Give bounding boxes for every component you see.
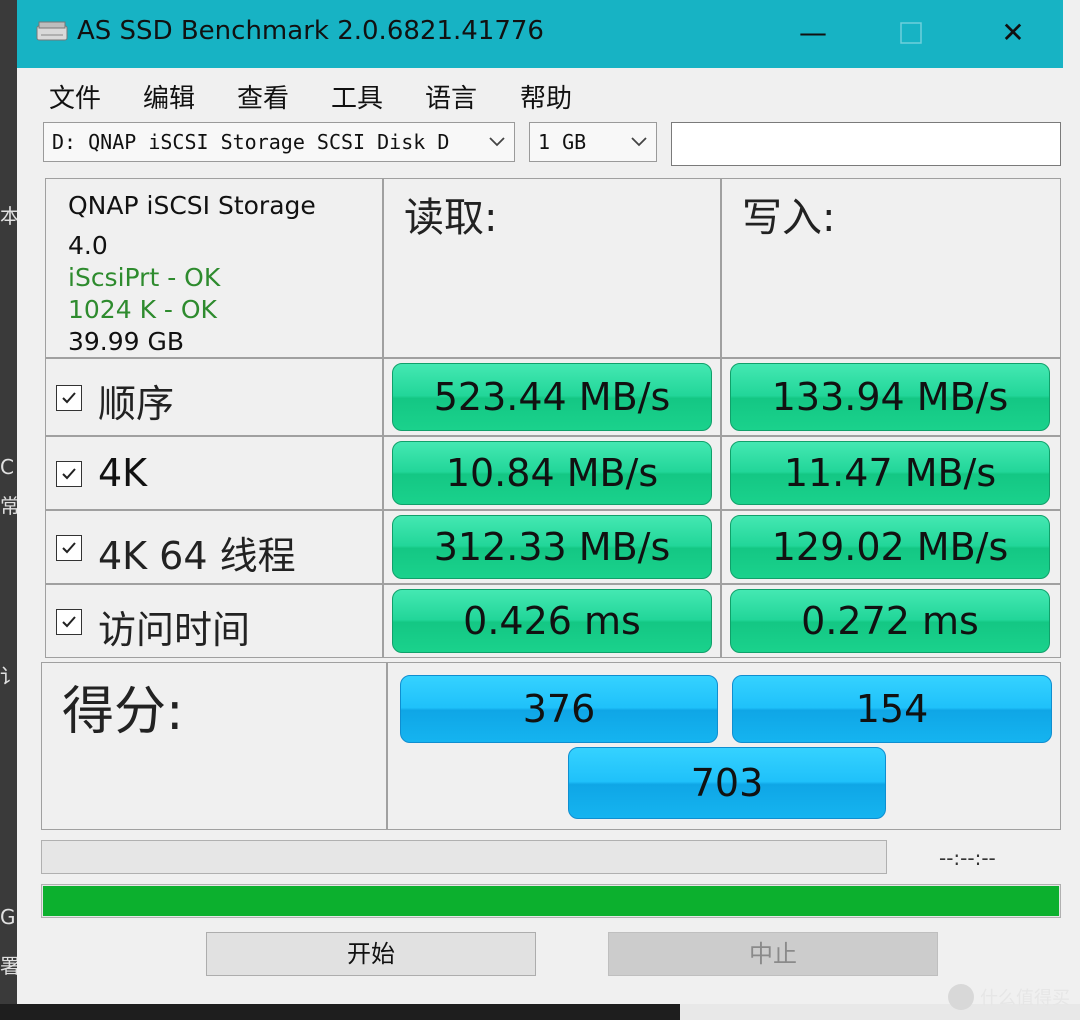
- row-label-cell: 访问时间: [45, 584, 383, 658]
- read-header: 读取:: [404, 195, 498, 241]
- result-cell: 129.02 MB/s: [721, 510, 1061, 584]
- score-values-cell: 376 154 703: [387, 662, 1061, 830]
- row-label-cell: 4K 64 线程: [45, 510, 383, 584]
- 4k64-read-result: 312.33 MB/s: [392, 515, 712, 579]
- write-header: 写入:: [742, 195, 836, 241]
- access-write-result: 0.272 ms: [730, 589, 1050, 653]
- start-button[interactable]: 开始: [206, 932, 536, 976]
- score-label: 得分:: [62, 682, 184, 742]
- menu-edit[interactable]: 编辑: [143, 78, 195, 115]
- chevron-down-icon: [486, 129, 508, 153]
- driver-status: iScsiPrt - OK: [68, 263, 221, 292]
- minimize-icon[interactable]: —: [783, 8, 843, 58]
- app-window: AS SSD Benchmark 2.0.6821.41776 — ✕ 文件 编…: [17, 0, 1063, 1004]
- title-bar[interactable]: AS SSD Benchmark 2.0.6821.41776 — ✕: [17, 0, 1063, 68]
- drive-icon: [35, 20, 69, 44]
- drive-capacity: 39.99 GB: [68, 327, 185, 356]
- drive-version: 4.0: [68, 231, 108, 260]
- background-fragment: G: [0, 905, 16, 929]
- score-label-cell: 得分:: [41, 662, 387, 830]
- result-cell: 312.33 MB/s: [383, 510, 721, 584]
- row-label-cell: 顺序: [45, 358, 383, 436]
- total-progress-fill: [43, 886, 1059, 916]
- background-fragment: 本: [0, 204, 18, 228]
- total-progress-bar: [41, 884, 1061, 918]
- size-select[interactable]: 1 GB: [529, 122, 657, 162]
- watermark-text: 什么值得买: [980, 988, 1070, 1009]
- result-cell: 0.426 ms: [383, 584, 721, 658]
- result-cell: 10.84 MB/s: [383, 436, 721, 510]
- chevron-down-icon: [628, 129, 650, 153]
- row-label-sequential: 顺序: [98, 382, 175, 426]
- background-fragment: 常: [0, 494, 18, 518]
- test-progress-bar: [41, 840, 887, 874]
- name-input[interactable]: [671, 122, 1061, 166]
- result-cell: 0.272 ms: [721, 584, 1061, 658]
- maximize-icon[interactable]: [881, 8, 941, 58]
- 4k64-write-result: 129.02 MB/s: [730, 515, 1050, 579]
- result-cell: 133.94 MB/s: [721, 358, 1061, 436]
- seq-write-result: 133.94 MB/s: [730, 363, 1050, 431]
- close-icon[interactable]: ✕: [983, 8, 1043, 58]
- menu-file[interactable]: 文件: [49, 78, 101, 115]
- score-write: 154: [732, 675, 1052, 743]
- 4k-write-result: 11.47 MB/s: [730, 441, 1050, 505]
- score-read: 376: [400, 675, 718, 743]
- checkbox-icon[interactable]: [56, 461, 82, 487]
- drive-info-panel: QNAP iSCSI Storage 4.0 iScsiPrt - OK 102…: [45, 178, 383, 358]
- checkbox-icon[interactable]: [56, 535, 82, 561]
- menu-bar: 文件 编辑 查看 工具 语言 帮助: [17, 68, 1063, 120]
- menu-help[interactable]: 帮助: [520, 78, 572, 115]
- background-right: [1062, 0, 1080, 1020]
- score-total: 703: [568, 747, 886, 819]
- background-fragment: 署: [0, 954, 18, 978]
- drive-select-value: D: QNAP iSCSI Storage SCSI Disk D: [52, 130, 450, 154]
- size-select-value: 1 GB: [538, 130, 587, 154]
- row-label-4k-64-threads: 4K 64 线程: [98, 534, 296, 578]
- drive-select[interactable]: D: QNAP iSCSI Storage SCSI Disk D: [43, 122, 515, 162]
- checkbox-icon[interactable]: [56, 609, 82, 635]
- background-fragment: 讠: [0, 664, 18, 688]
- row-label-cell: 4K: [45, 436, 383, 510]
- elapsed-time: --:--:--: [939, 846, 996, 870]
- row-label-access-time: 访问时间: [98, 608, 251, 652]
- 4k-read-result: 10.84 MB/s: [392, 441, 712, 505]
- result-cell: 11.47 MB/s: [721, 436, 1061, 510]
- alignment-status: 1024 K - OK: [68, 295, 217, 324]
- menu-view[interactable]: 查看: [237, 78, 289, 115]
- seq-read-result: 523.44 MB/s: [392, 363, 712, 431]
- menu-tools[interactable]: 工具: [331, 78, 383, 115]
- stop-button[interactable]: 中止: [608, 932, 938, 976]
- access-read-result: 0.426 ms: [392, 589, 712, 653]
- watermark-logo-icon: [948, 984, 974, 1010]
- window-title: AS SSD Benchmark 2.0.6821.41776: [77, 16, 544, 46]
- drive-name: QNAP iSCSI Storage: [68, 191, 316, 220]
- write-header-cell: 写入:: [721, 178, 1061, 358]
- menu-language[interactable]: 语言: [425, 78, 477, 115]
- row-label-4k: 4K: [98, 451, 148, 495]
- read-header-cell: 读取:: [383, 178, 721, 358]
- result-cell: 523.44 MB/s: [383, 358, 721, 436]
- background-fragment: C: [0, 455, 14, 479]
- checkbox-icon[interactable]: [56, 385, 82, 411]
